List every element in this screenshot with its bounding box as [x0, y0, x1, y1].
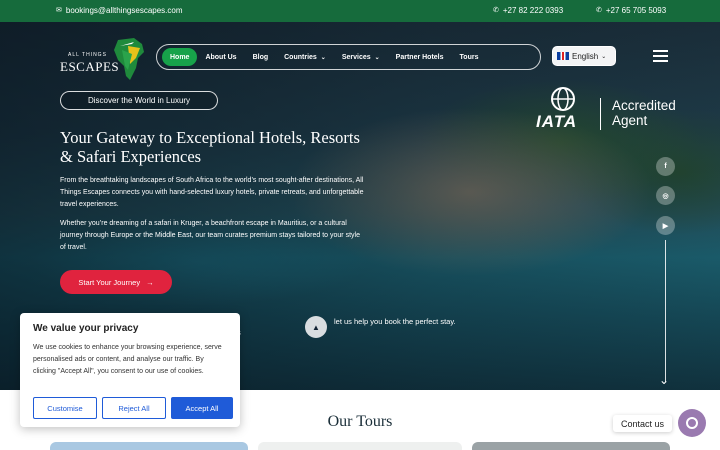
- logo-small-text: ALL THINGS: [68, 52, 107, 58]
- phone-link-2[interactable]: ✆ +27 65 705 5093: [596, 6, 666, 15]
- nav-tours[interactable]: Tours: [452, 48, 487, 66]
- instagram-icon[interactable]: ◎: [656, 186, 675, 205]
- chevron-down-icon: ⌄: [601, 53, 607, 60]
- phone-icon: ✆: [493, 7, 499, 14]
- tour-card[interactable]: [50, 442, 248, 450]
- youtube-icon[interactable]: ▶: [656, 216, 675, 235]
- nav-blog[interactable]: Blog: [245, 48, 277, 66]
- agent-line: Agent: [612, 113, 648, 128]
- top-contact-bar: ✉ bookings@allthingsescapes.com ✆ +27 82…: [0, 0, 720, 22]
- nav-partner-hotels-label: Partner Hotels: [395, 53, 444, 61]
- iata-divider: [600, 98, 601, 130]
- iata-word: IATA: [536, 112, 578, 131]
- email-text: bookings@allthingsescapes.com: [65, 6, 183, 15]
- nav-about-label: About Us: [205, 53, 237, 61]
- nav-tours-label: Tours: [459, 53, 479, 61]
- hamburger-menu-icon[interactable]: [653, 50, 668, 62]
- iata-accredited-text: Accredited Agent: [612, 98, 676, 128]
- hero-paragraph-1: From the breathtaking landscapes of Sout…: [60, 177, 364, 208]
- scroll-up-icon[interactable]: ▲: [305, 316, 327, 338]
- email-link[interactable]: ✉ bookings@allthingsescapes.com: [56, 6, 183, 15]
- nav-countries-label: Countries: [284, 53, 317, 61]
- chevron-down-icon: ⌄: [374, 54, 380, 61]
- nav-home-label: Home: [170, 53, 190, 61]
- nav-home[interactable]: Home: [162, 48, 198, 66]
- tagline-pill: Discover the World in Luxury: [60, 91, 218, 110]
- cookie-title: We value your privacy: [33, 323, 139, 334]
- envelope-icon: ✉: [56, 7, 62, 14]
- chevron-down-icon: ⌄: [320, 54, 326, 61]
- nav-blog-label: Blog: [252, 53, 269, 61]
- phone-text-2: +27 65 705 5093: [605, 6, 667, 15]
- site-logo[interactable]: ALL THINGS ESCAPES: [58, 36, 146, 84]
- globe-icon: [551, 87, 575, 111]
- phone-icon: ✆: [596, 7, 602, 14]
- hero-headline: Your Gateway to Exceptional Hotels, Reso…: [60, 128, 360, 166]
- language-label: English: [572, 51, 599, 61]
- nav-services[interactable]: Services ⌄: [334, 48, 388, 66]
- iata-accreditation-badge: IATA Accredited Agent: [526, 86, 686, 132]
- tour-card[interactable]: [472, 442, 670, 450]
- reject-all-button[interactable]: Reject All: [102, 397, 166, 419]
- chat-widget-button[interactable]: [678, 409, 706, 437]
- hero-paragraph-2: Whether you’re dreaming of a safari in K…: [60, 220, 360, 251]
- customise-button[interactable]: Customise: [33, 397, 97, 419]
- cookie-body: We use cookies to enhance your browsing …: [33, 344, 222, 375]
- start-journey-button[interactable]: Start Your Journey →: [60, 270, 172, 294]
- nav-countries[interactable]: Countries ⌄: [276, 48, 334, 66]
- logo-big-text: ESCAPES: [60, 59, 120, 74]
- main-nav: Home About Us Blog Countries ⌄ Services ⌄ …: [156, 44, 541, 70]
- scroll-line: [665, 240, 666, 382]
- nav-services-label: Services: [341, 53, 371, 61]
- nav-about[interactable]: About Us: [197, 48, 244, 66]
- phone-text-1: +27 82 222 0393: [502, 6, 564, 15]
- language-select[interactable]: English ⌄: [552, 46, 616, 66]
- accept-all-button[interactable]: Accept All: [171, 397, 233, 419]
- cookie-consent-banner: We value your privacy We use cookies to …: [20, 313, 240, 427]
- tour-card[interactable]: [258, 442, 462, 450]
- facebook-icon[interactable]: f: [656, 157, 675, 176]
- accredited-line: Accredited: [612, 98, 676, 113]
- nav-partner-hotels[interactable]: Partner Hotels: [388, 48, 452, 66]
- chat-icon: [686, 417, 698, 429]
- contact-us-label[interactable]: Contact us: [613, 415, 673, 432]
- phone-link-1[interactable]: ✆ +27 82 222 0393: [493, 6, 563, 15]
- uk-flag-icon: [557, 52, 569, 60]
- arrow-right-icon: →: [146, 277, 154, 287]
- scroll-down-icon[interactable]: ⌄: [659, 373, 669, 387]
- start-journey-label: Start Your Journey: [78, 277, 141, 287]
- help-text: let us help you book the perfect stay.: [334, 317, 456, 326]
